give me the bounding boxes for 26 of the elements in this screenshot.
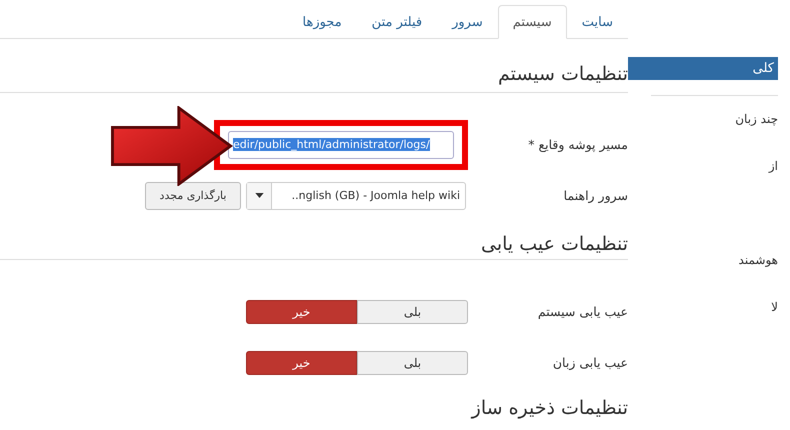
tab[interactable]: سرور (437, 5, 498, 39)
toggle-option[interactable]: بلی (357, 350, 468, 374)
reload-button[interactable]: بارگذاری مجدد (145, 182, 241, 210)
field-label: عیب یابی سیستم (536, 304, 628, 319)
field-label: سرور راهنما (562, 188, 628, 203)
field-label: چند زبان (734, 111, 778, 128)
arrow-icon (110, 106, 234, 186)
tab[interactable]: سیستم (498, 5, 567, 39)
field-label: لا (770, 299, 778, 316)
section-heading: تنظیمات عیب یابی (0, 221, 628, 260)
panel-header: کلی (628, 57, 778, 80)
field-label: مسیر پوشه وقایع * (527, 137, 628, 152)
field-label: از (767, 158, 778, 175)
tab[interactable]: سایت (566, 5, 628, 39)
toggle-option[interactable]: خیر (246, 350, 357, 374)
select-field[interactable]: ..nglish (GB) - Joomla help wiki (246, 182, 466, 210)
field-label: هوشمند (738, 252, 778, 269)
toggle-option[interactable]: بلی (357, 300, 468, 324)
tab[interactable]: مجوزها (288, 5, 357, 39)
section-heading: تنظیمات سیستم (0, 39, 628, 93)
section-heading: تنظیمات ذخیره ساز (470, 396, 628, 421)
caret-icon (254, 193, 264, 198)
input-field[interactable]: edir/public_html/administrator/logs/ (228, 130, 454, 158)
tab[interactable]: فیلتر متن (356, 5, 438, 39)
field-label: عیب یابی زبان (552, 355, 628, 370)
toggle-option[interactable]: خیر (246, 300, 357, 324)
